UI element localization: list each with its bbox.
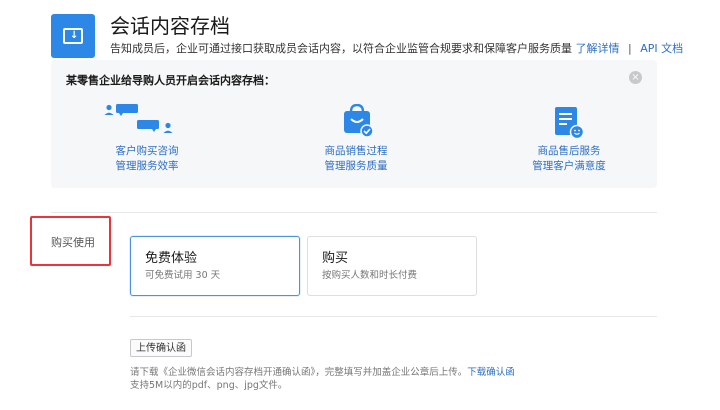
feature-line2: 管理客户满意度 — [532, 160, 606, 172]
link-separator: | — [628, 42, 632, 55]
close-icon[interactable]: × — [629, 71, 642, 84]
app-icon: ↓ — [51, 14, 95, 58]
option-subtitle: 可免费试用 30 天 — [145, 270, 221, 281]
shopping-bag-check-icon — [344, 104, 374, 138]
upload-note-text: 请下载《企业微信会话内容存档开通确认函》，完整填写并加盖企业公章后上传。 — [130, 367, 468, 378]
option-subtitle: 按购买人数和时长付费 — [322, 270, 418, 281]
feature-line1: 客户购买咨询 — [115, 145, 179, 157]
upload-confirmation-button[interactable]: 上传确认函 — [130, 339, 192, 357]
example-card-heading: 某零售企业给导购人员开启会话内容存档： — [66, 74, 275, 87]
feature-item-aftersales: 商品售后服务 管理客户满意度 — [520, 144, 618, 174]
document-smile-icon — [555, 107, 585, 140]
purchase-option[interactable]: 购买 按购买人数和时长付费 — [307, 236, 477, 296]
description-text: 告知成员后，企业可通过接口获取成员会话内容，以符合企业监管合规要求和保障客户服务… — [110, 42, 572, 55]
section-label-purchase: 购买使用 — [51, 236, 95, 249]
chat-people-icon — [104, 104, 173, 133]
feature-line2: 管理服务质量 — [324, 160, 388, 172]
download-arrow-icon: ↓ — [70, 30, 79, 41]
option-title: 购买 — [322, 251, 349, 266]
api-docs-link[interactable]: API 文档 — [640, 42, 683, 55]
upload-divider — [130, 316, 657, 317]
feature-item-consult: 客户购买咨询 管理服务效率 — [100, 144, 194, 174]
feature-line1: 商品售后服务 — [537, 145, 601, 157]
download-confirmation-link[interactable]: 下载确认函 — [467, 367, 515, 378]
feature-item-sales: 商品销售过程 管理服务质量 — [309, 144, 403, 174]
page-description: 告知成员后，企业可通过接口获取成员会话内容，以符合企业监管合规要求和保障客户服务… — [110, 42, 683, 56]
feature-line1: 商品销售过程 — [324, 145, 388, 157]
section-divider — [51, 212, 657, 213]
upload-note-line1: 请下载《企业微信会话内容存档开通确认函》，完整填写并加盖企业公章后上传。下载确认… — [130, 366, 515, 379]
page-title: 会话内容存档 — [110, 14, 230, 38]
upload-file-requirements: 支持5M以内的pdf、png、jpg文件。 — [130, 380, 288, 391]
free-trial-option[interactable]: 免费体验 可免费试用 30 天 — [130, 236, 300, 296]
learn-more-link[interactable]: 了解详情 — [576, 42, 620, 55]
feature-line2: 管理服务效率 — [115, 160, 179, 172]
upload-note: 请下载《企业微信会话内容存档开通确认函》，完整填写并加盖企业公章后上传。下载确认… — [130, 366, 515, 392]
option-title: 免费体验 — [145, 251, 198, 266]
